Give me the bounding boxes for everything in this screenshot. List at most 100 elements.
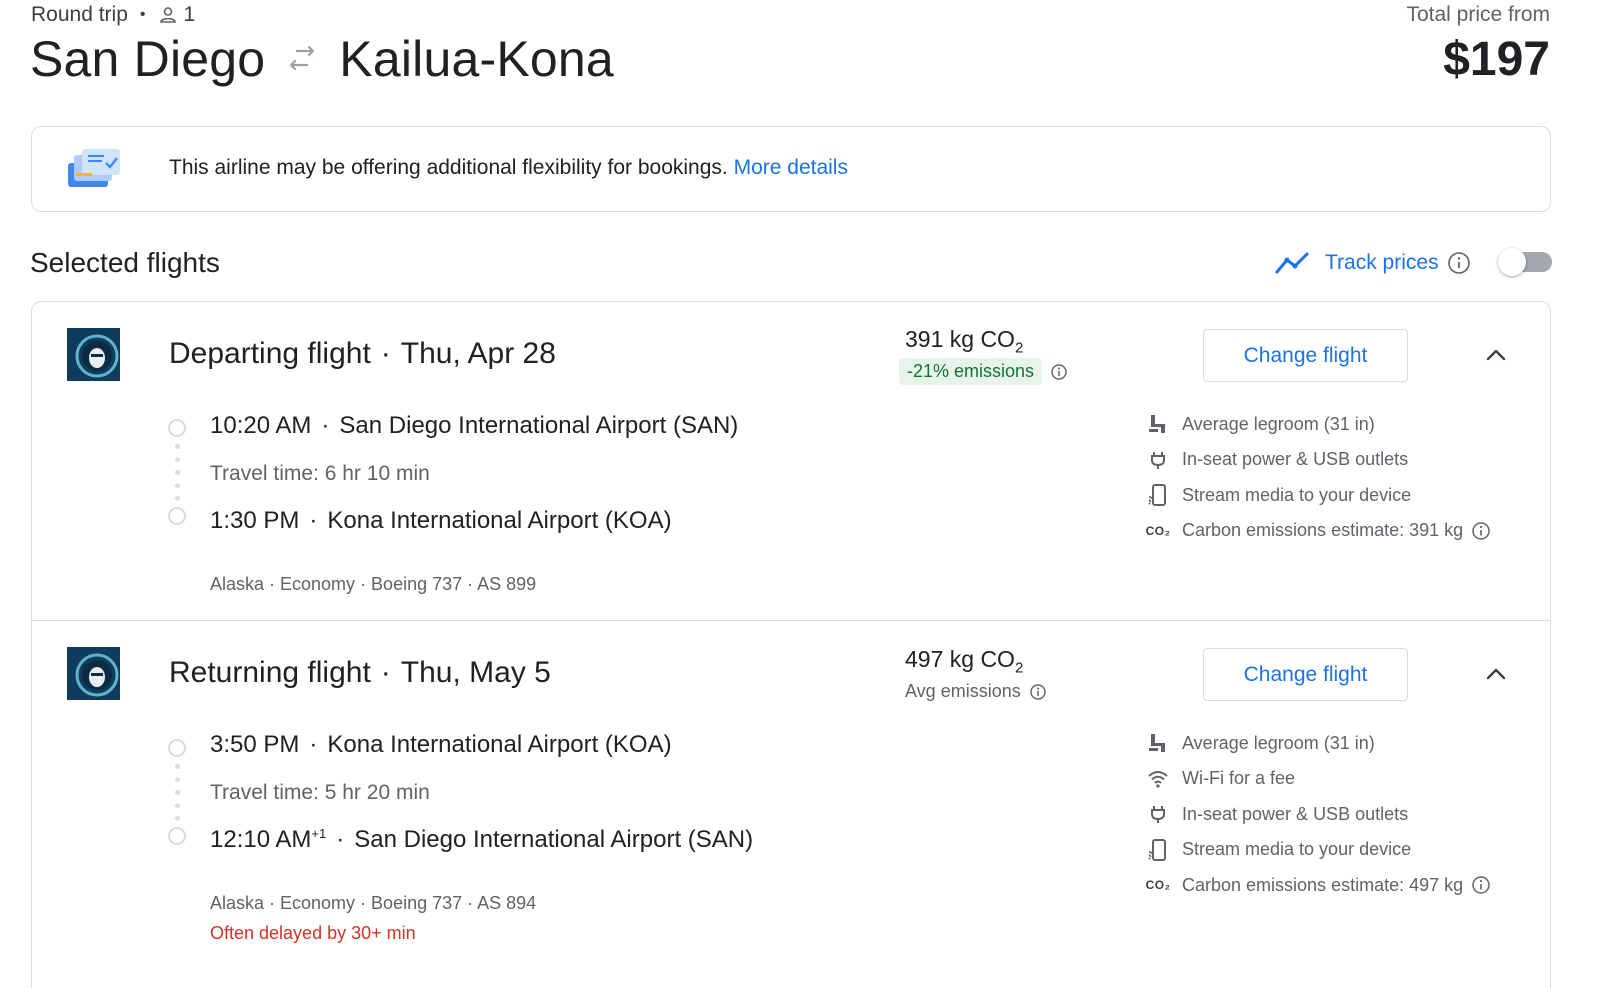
day-offset: +1 (311, 826, 327, 841)
timeline-dot (175, 790, 180, 795)
amenity-co2: CO₂ Carbon emissions estimate: 391 kg (1146, 519, 1491, 543)
power-plug-icon (1146, 448, 1170, 472)
destination-city: Kailua-Kona (339, 31, 614, 87)
banner-message: This airline may be offering additional … (169, 156, 848, 180)
amenity-text: In-seat power & USB outlets (1182, 803, 1409, 824)
timeline-dot (175, 803, 180, 808)
amenity-text: Carbon emissions estimate: 391 kg (1182, 520, 1464, 540)
passenger-count[interactable]: 1 (184, 3, 196, 27)
arrival-time: 12:10 AM (210, 826, 312, 853)
timeline-dot (175, 777, 180, 782)
amenity-text: Carbon emissions estimate: 497 kg (1182, 874, 1464, 895)
timeline-dot (175, 764, 180, 769)
trend-line-icon (1275, 252, 1309, 274)
timeline-dot (175, 457, 180, 462)
amenity-legroom: Average legroom (31 in) (1146, 731, 1491, 755)
trip-type[interactable]: Round trip (31, 3, 128, 27)
amenity-wifi: Wi-Fi for a fee (1146, 767, 1491, 791)
amenity-text: Stream media to your device (1182, 484, 1412, 505)
co2-value: 497 kg CO (905, 646, 1015, 672)
departure-stop: 10:20 AM · San Diego International Airport… (210, 412, 739, 439)
departure-airport: San Diego International Airport (SAN) (339, 412, 739, 439)
emissions-badge: -21% emissions (899, 358, 1043, 385)
returning-flight-title: Returning flight · Thu, May 5 (169, 656, 551, 689)
flight-date: Thu, May 5 (400, 656, 551, 689)
person-icon (159, 7, 176, 23)
co2-icon: CO₂ (1145, 878, 1171, 892)
power-plug-icon (1146, 802, 1170, 826)
returning-co2: 497 kg CO2 (905, 646, 1023, 677)
swap-arrows-icon (290, 45, 315, 71)
toggle-knob (1498, 248, 1526, 276)
avg-emissions-label: Avg emissions (905, 681, 1021, 701)
timeline-dot (175, 444, 180, 449)
flight-direction: Departing flight (169, 337, 371, 370)
info-icon[interactable] (1447, 251, 1471, 275)
amenity-co2: CO₂ Carbon emissions estimate: 497 kg (1146, 873, 1491, 897)
co2-value: 391 kg CO (905, 326, 1015, 352)
timeline-dot (175, 816, 180, 821)
co2-subscript: 2 (1014, 659, 1024, 677)
info-icon[interactable] (1050, 363, 1068, 381)
amenity-power: In-seat power & USB outlets (1146, 802, 1491, 826)
alaska-airlines-logo (67, 647, 120, 700)
departure-time: 10:20 AM (210, 412, 312, 439)
timeline-end-circle (168, 507, 186, 525)
chevron-up-icon[interactable] (1483, 661, 1509, 687)
timeline-dot (175, 470, 180, 475)
route-title: San Diego Kailua-Kona (30, 30, 614, 88)
travel-time: Travel time: 5 hr 20 min (210, 781, 430, 804)
legroom-icon (1146, 731, 1170, 755)
origin-city: San Diego (30, 31, 266, 87)
flight-direction: Returning flight (169, 656, 371, 689)
banner-text: This airline may be offering additional … (169, 156, 728, 179)
arrival-airport: San Diego International Airport (SAN) (354, 826, 754, 853)
change-departing-flight-button[interactable]: Change flight (1203, 329, 1408, 382)
amenity-text: Wi-Fi for a fee (1182, 768, 1296, 788)
arrival-stop: 12:10 AM+1 · San Diego International Airpo… (210, 826, 754, 853)
departing-flight-title: Departing flight · Thu, Apr 28 (169, 337, 556, 370)
info-icon[interactable] (1029, 683, 1047, 701)
returning-emissions: Avg emissions (905, 681, 1047, 702)
track-prices-toggle[interactable] (1496, 248, 1552, 276)
trip-meta: Round trip • 1 (31, 3, 195, 27)
info-icon[interactable] (1471, 875, 1491, 895)
arrival-stop: 1:30 PM · Kona International Airport (KOA) (210, 507, 672, 534)
alaska-airlines-logo (67, 328, 120, 381)
track-prices[interactable]: Track prices (1275, 250, 1471, 276)
flight-details: Alaska · Economy · Boeing 737 · AS 894 (210, 893, 537, 913)
price-label: Total price from (1406, 3, 1550, 26)
stream-media-icon (1146, 483, 1170, 507)
amenity-power: In-seat power & USB outlets (1146, 448, 1491, 472)
flight-details: Alaska · Economy · Boeing 737 · AS 899 (210, 574, 537, 594)
separator-dot: • (139, 6, 146, 23)
departing-emissions: -21% emissions (899, 358, 1068, 385)
track-prices-label[interactable]: Track prices (1325, 251, 1439, 275)
departure-stop: 3:50 PM · Kona International Airport (KOA) (210, 731, 672, 758)
amenity-legroom: Average legroom (31 in) (1146, 412, 1491, 436)
amenity-text: In-seat power & USB outlets (1182, 449, 1409, 469)
arrival-time: 1:30 PM (210, 507, 300, 534)
ticket-illustration-icon (68, 149, 120, 187)
more-details-link[interactable]: More details (734, 156, 848, 179)
amenity-stream: Stream media to your device (1146, 838, 1491, 862)
departing-co2: 391 kg CO2 (905, 326, 1023, 357)
total-price: $197 (1443, 33, 1550, 86)
amenity-stream: Stream media to your device (1146, 483, 1491, 507)
departure-time: 3:50 PM (210, 731, 300, 758)
arrival-airport: Kona International Airport (KOA) (327, 507, 672, 534)
returning-amenities: Average legroom (31 in) Wi-Fi for a fee … (1146, 731, 1491, 897)
flight-divider (31, 620, 1551, 621)
amenity-text: Stream media to your device (1182, 839, 1412, 859)
travel-time: Travel time: 6 hr 10 min (210, 462, 430, 485)
timeline-start-circle (168, 739, 186, 757)
change-returning-flight-button[interactable]: Change flight (1203, 648, 1408, 701)
wifi-icon (1146, 767, 1170, 791)
chevron-up-icon[interactable] (1483, 342, 1509, 368)
flexibility-banner: This airline may be offering additional … (31, 126, 1551, 212)
flight-date: Thu, Apr 28 (400, 337, 556, 370)
legroom-icon (1146, 412, 1170, 436)
co2-subscript: 2 (1014, 339, 1024, 357)
timeline-dot (175, 496, 180, 501)
info-icon[interactable] (1471, 521, 1491, 541)
